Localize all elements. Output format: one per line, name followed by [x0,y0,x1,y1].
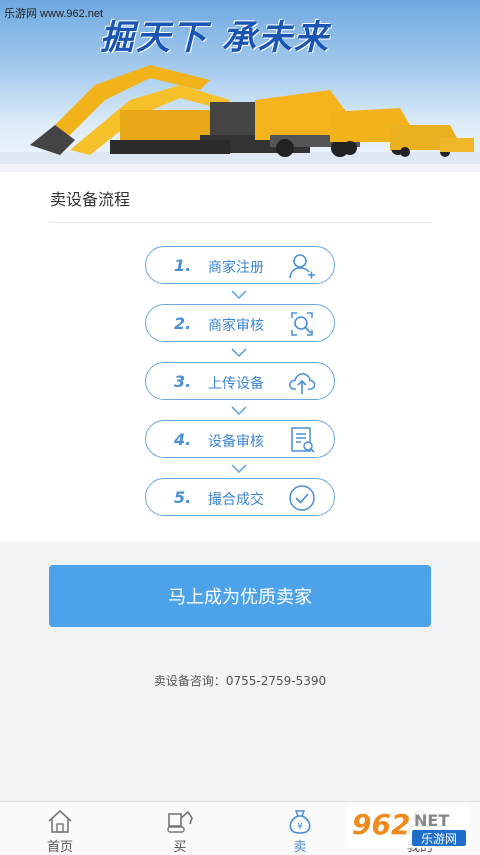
document-review-icon [291,427,315,453]
tab-label: 买 [173,840,187,855]
top-banner: 乐游网 www.962.net 掘天下 承未来 [0,0,480,164]
process-title: 卖设备流程 [50,190,131,209]
chevron-down-icon [231,406,247,416]
become-seller-button[interactable]: 马上成为优质卖家 [49,565,431,627]
logo-net: NET [414,811,449,830]
step-deal-matching: 5. 撮合成交 [145,478,335,516]
step-equipment-review: 4. 设备审核 [145,420,335,458]
step-merchant-review: 2. 商家审核 [145,304,335,342]
tab-buy[interactable]: 买 [120,802,240,855]
watermark-text: 乐游网 www.962.net [4,8,104,20]
check-circle-icon [289,485,315,511]
tab-home[interactable]: 首页 [0,802,120,855]
step-number: 4. [174,430,192,449]
add-user-icon [289,254,315,279]
step-number: 2. [174,314,192,333]
divider [50,222,432,223]
home-icon [48,809,72,833]
search-review-icon [291,312,313,336]
bottom-tab-bar: 首页 买 ¥ 卖 我的 962 NET 乐游网 [0,801,480,855]
step-upload-equipment: 3. 上传设备 [145,362,335,400]
step-number: 1. [174,256,192,275]
tab-sell[interactable]: ¥ 卖 [240,802,360,855]
step-label: 撮合成交 [208,492,264,508]
step-label: 上传设备 [208,376,264,392]
banner-slogan: 掘天下 承未来 [100,18,330,58]
step-label: 商家审核 [208,318,264,334]
logo-caption: 乐游网 [421,832,457,846]
chevron-down-icon [231,290,247,300]
excavator-icon [167,810,193,833]
chevron-down-icon [231,348,247,358]
step-number: 5. [174,488,192,507]
step-label: 商家注册 [208,260,264,276]
money-bag-icon: ¥ [289,810,311,834]
tab-label: 首页 [46,840,73,855]
logo-962: 962 [352,808,410,841]
chevron-down-icon [231,464,247,474]
svg-text:¥: ¥ [297,822,303,832]
step-number: 3. [174,372,192,391]
tab-label: 卖 [293,840,307,855]
step-merchant-register: 1. 商家注册 [145,246,335,284]
consult-phone-text[interactable]: 卖设备咨询：0755-2759-5390 [0,672,480,689]
step-label: 设备审核 [208,434,264,450]
cloud-upload-icon [289,373,316,394]
site-logo-overlay: 962 NET 乐游网 [346,806,470,848]
